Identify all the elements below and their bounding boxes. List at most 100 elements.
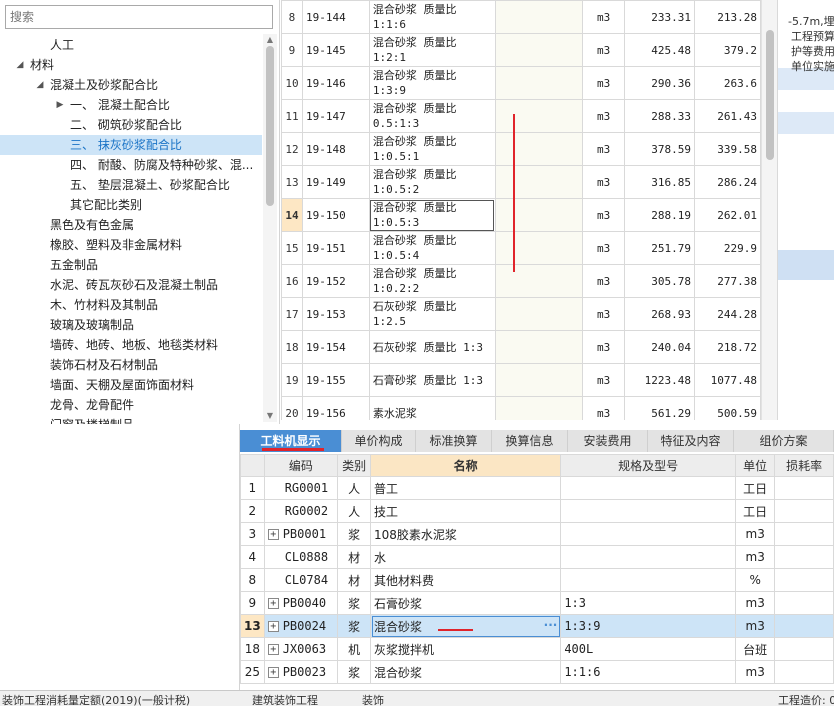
resource-row-loss[interactable] bbox=[774, 476, 834, 500]
tree-scroll-thumb[interactable] bbox=[266, 46, 274, 206]
resource-row-spec[interactable]: 1:1:6 bbox=[560, 660, 737, 684]
scroll-down-icon[interactable]: ▼ bbox=[263, 410, 277, 422]
resource-row[interactable]: 3 + PB0001 浆 108胶素水泥浆 m3 bbox=[240, 522, 834, 546]
resource-row-name[interactable]: 水 bbox=[369, 545, 562, 569]
resource-row-spec[interactable]: 400L bbox=[560, 637, 737, 661]
quota-row-seq[interactable]: 9 bbox=[281, 33, 303, 67]
resource-row[interactable]: 4 CL0888 材水 m3 bbox=[240, 545, 834, 569]
quota-row[interactable]: 9 19-145 混合砂浆 质量比 1:2:1 m3 425.48 379.2 bbox=[281, 33, 761, 67]
tree-item[interactable]: 四、 耐酸、防腐及特种砂浆、混... bbox=[0, 155, 262, 175]
resource-row[interactable]: 1 RG0001 人普工 工日 bbox=[240, 476, 834, 500]
quota-row-blank[interactable] bbox=[494, 297, 584, 331]
resource-row-code[interactable]: + PB0040 bbox=[263, 591, 339, 615]
resource-row-category[interactable]: 材 bbox=[337, 568, 371, 592]
tree-item[interactable]: 龙骨、龙骨配件 bbox=[0, 395, 262, 415]
quota-row-code[interactable]: 19-145 bbox=[301, 33, 370, 67]
quota-row-price-2[interactable]: 263.6 bbox=[694, 66, 761, 100]
resource-row-name[interactable]: 其他材料费 bbox=[369, 568, 562, 592]
tree-item[interactable]: 其它配比类别 bbox=[0, 195, 262, 215]
quota-row-blank[interactable] bbox=[494, 264, 584, 298]
quota-row-unit[interactable]: m3 bbox=[582, 66, 626, 100]
quota-row-unit[interactable]: m3 bbox=[582, 33, 626, 67]
resource-row-seq[interactable]: 25 bbox=[240, 660, 265, 684]
quota-row-blank[interactable] bbox=[494, 0, 584, 34]
resource-row-code[interactable]: RG0001 bbox=[263, 476, 339, 500]
resource-row-unit[interactable]: % bbox=[735, 568, 776, 592]
more-options-icon[interactable]: ··· bbox=[544, 618, 558, 632]
quota-row-price-2[interactable]: 244.28 bbox=[694, 297, 761, 331]
resource-row-code[interactable]: + PB0024 bbox=[263, 614, 339, 638]
resource-row-loss[interactable] bbox=[774, 614, 834, 638]
tab-3[interactable]: 标准换算 bbox=[416, 430, 492, 452]
quota-row[interactable]: 16 19-152 混合砂浆 质量比 1:0.2:2 m3 305.78 277.38 bbox=[281, 264, 761, 298]
quota-row[interactable]: 11 19-147 混合砂浆 质量比 0.5:1:3 m3 288.33 261.43 bbox=[281, 99, 761, 133]
quota-row-name[interactable]: 石灰砂浆 质量比 1:3 bbox=[368, 330, 496, 364]
quota-row-unit[interactable]: m3 bbox=[582, 330, 626, 364]
quota-row-price[interactable]: 290.36 bbox=[624, 66, 696, 100]
resource-row-code[interactable]: + PB0001 bbox=[263, 522, 339, 546]
resource-row-name[interactable]: 混合砂浆 bbox=[369, 660, 562, 684]
quota-row-price-2[interactable]: 1077.48 bbox=[694, 363, 761, 397]
quota-row-unit[interactable]: m3 bbox=[582, 264, 626, 298]
quota-row-unit[interactable]: m3 bbox=[582, 396, 626, 420]
quota-row-name[interactable]: 混合砂浆 质量比 1:2:1 bbox=[368, 33, 496, 67]
quota-row-seq[interactable]: 11 bbox=[281, 99, 303, 133]
quota-row-blank[interactable] bbox=[494, 330, 584, 364]
resource-row-loss[interactable] bbox=[774, 522, 834, 546]
tab-6[interactable]: 特征及内容 bbox=[648, 430, 734, 452]
quota-row-code[interactable]: 19-151 bbox=[301, 231, 370, 265]
resource-row[interactable]: 9 + PB0040 浆石膏砂浆 1:3 m3 bbox=[240, 591, 834, 615]
quota-row-price[interactable]: 316.85 bbox=[624, 165, 696, 199]
expand-plus-icon[interactable]: + bbox=[267, 529, 279, 540]
quota-row-price-2[interactable]: 286.24 bbox=[694, 165, 761, 199]
quota-row[interactable]: 12 19-148 混合砂浆 质量比 1:0.5:1 m3 378.59 339.58 bbox=[281, 132, 761, 166]
resource-row-unit[interactable]: m3 bbox=[735, 660, 776, 684]
quota-row-price-2[interactable]: 379.2 bbox=[694, 33, 761, 67]
quota-row-seq[interactable]: 19 bbox=[281, 363, 303, 397]
quota-row-unit[interactable]: m3 bbox=[582, 132, 626, 166]
quota-row-name[interactable]: 混合砂浆 质量比 1:0.5:4 bbox=[368, 231, 496, 265]
quota-row-code[interactable]: 19-146 bbox=[301, 66, 370, 100]
quota-row-name[interactable]: 混合砂浆 质量比 1:1:6 bbox=[368, 0, 496, 34]
tree-item[interactable]: 人工 bbox=[0, 35, 262, 55]
header-loss[interactable]: 损耗率 bbox=[774, 454, 834, 477]
resource-row-seq[interactable]: 1 bbox=[240, 476, 265, 500]
resource-row-seq[interactable]: 2 bbox=[240, 499, 265, 523]
quota-row-code[interactable]: 19-147 bbox=[301, 99, 370, 133]
tab-4[interactable]: 换算信息 bbox=[492, 430, 568, 452]
resource-row-loss[interactable] bbox=[774, 545, 834, 569]
resource-row-loss[interactable] bbox=[774, 637, 834, 661]
quota-row-code[interactable]: 19-153 bbox=[301, 297, 370, 331]
resource-row-unit[interactable]: m3 bbox=[735, 591, 776, 615]
resource-row-loss[interactable] bbox=[774, 660, 834, 684]
quota-row-price[interactable]: 240.04 bbox=[624, 330, 696, 364]
tree-item[interactable]: 二、 砌筑砂浆配合比 bbox=[0, 115, 262, 135]
quota-row-name[interactable]: 混合砂浆 质量比 1:3:9 bbox=[368, 66, 496, 100]
resource-row-code[interactable]: CL0888 bbox=[263, 545, 339, 569]
resource-row[interactable]: 25 + PB0023 浆混合砂浆 1:1:6 m3 bbox=[240, 660, 834, 684]
tab-2[interactable]: 单价构成 bbox=[342, 430, 416, 452]
resource-row[interactable]: 18 + JX0063 机灰浆搅拌机 400L 台班 bbox=[240, 637, 834, 661]
tree-item[interactable]: 五、 垫层混凝土、砂浆配合比 bbox=[0, 175, 262, 195]
collapse-arrow-icon[interactable]: ◢ bbox=[34, 75, 46, 95]
quota-row-price[interactable]: 561.29 bbox=[624, 396, 696, 420]
quota-row-blank[interactable] bbox=[494, 198, 584, 232]
resource-row-category[interactable]: 人 bbox=[337, 499, 371, 523]
quota-row-blank[interactable] bbox=[494, 231, 584, 265]
quota-row[interactable]: 14 19-150 混合砂浆 质量比 1:0.5:3 m3 288.19 262.01 bbox=[281, 198, 761, 232]
quota-row-price-2[interactable]: 261.43 bbox=[694, 99, 761, 133]
resource-row-category[interactable]: 机 bbox=[337, 637, 371, 661]
quota-row-blank[interactable] bbox=[494, 33, 584, 67]
resource-row-name[interactable]: 108胶素水泥浆 bbox=[369, 522, 562, 546]
tree-item[interactable]: 橡胶、塑料及非金属材料 bbox=[0, 235, 262, 255]
quota-row-price-2[interactable]: 218.72 bbox=[694, 330, 761, 364]
resource-row-seq[interactable]: 8 bbox=[240, 568, 265, 592]
quota-row-price-2[interactable]: 229.9 bbox=[694, 231, 761, 265]
collapse-arrow-icon[interactable]: ◢ bbox=[14, 55, 26, 75]
resource-row-name[interactable]: 技工 bbox=[369, 499, 562, 523]
tree-scrollbar[interactable]: ▲ ▼ bbox=[263, 34, 277, 422]
resource-row-seq[interactable]: 18 bbox=[240, 637, 265, 661]
quota-row-price[interactable]: 425.48 bbox=[624, 33, 696, 67]
quota-row[interactable]: 20 19-156 素水泥浆 m3 561.29 500.59 bbox=[281, 396, 761, 420]
quota-row-unit[interactable]: m3 bbox=[582, 165, 626, 199]
